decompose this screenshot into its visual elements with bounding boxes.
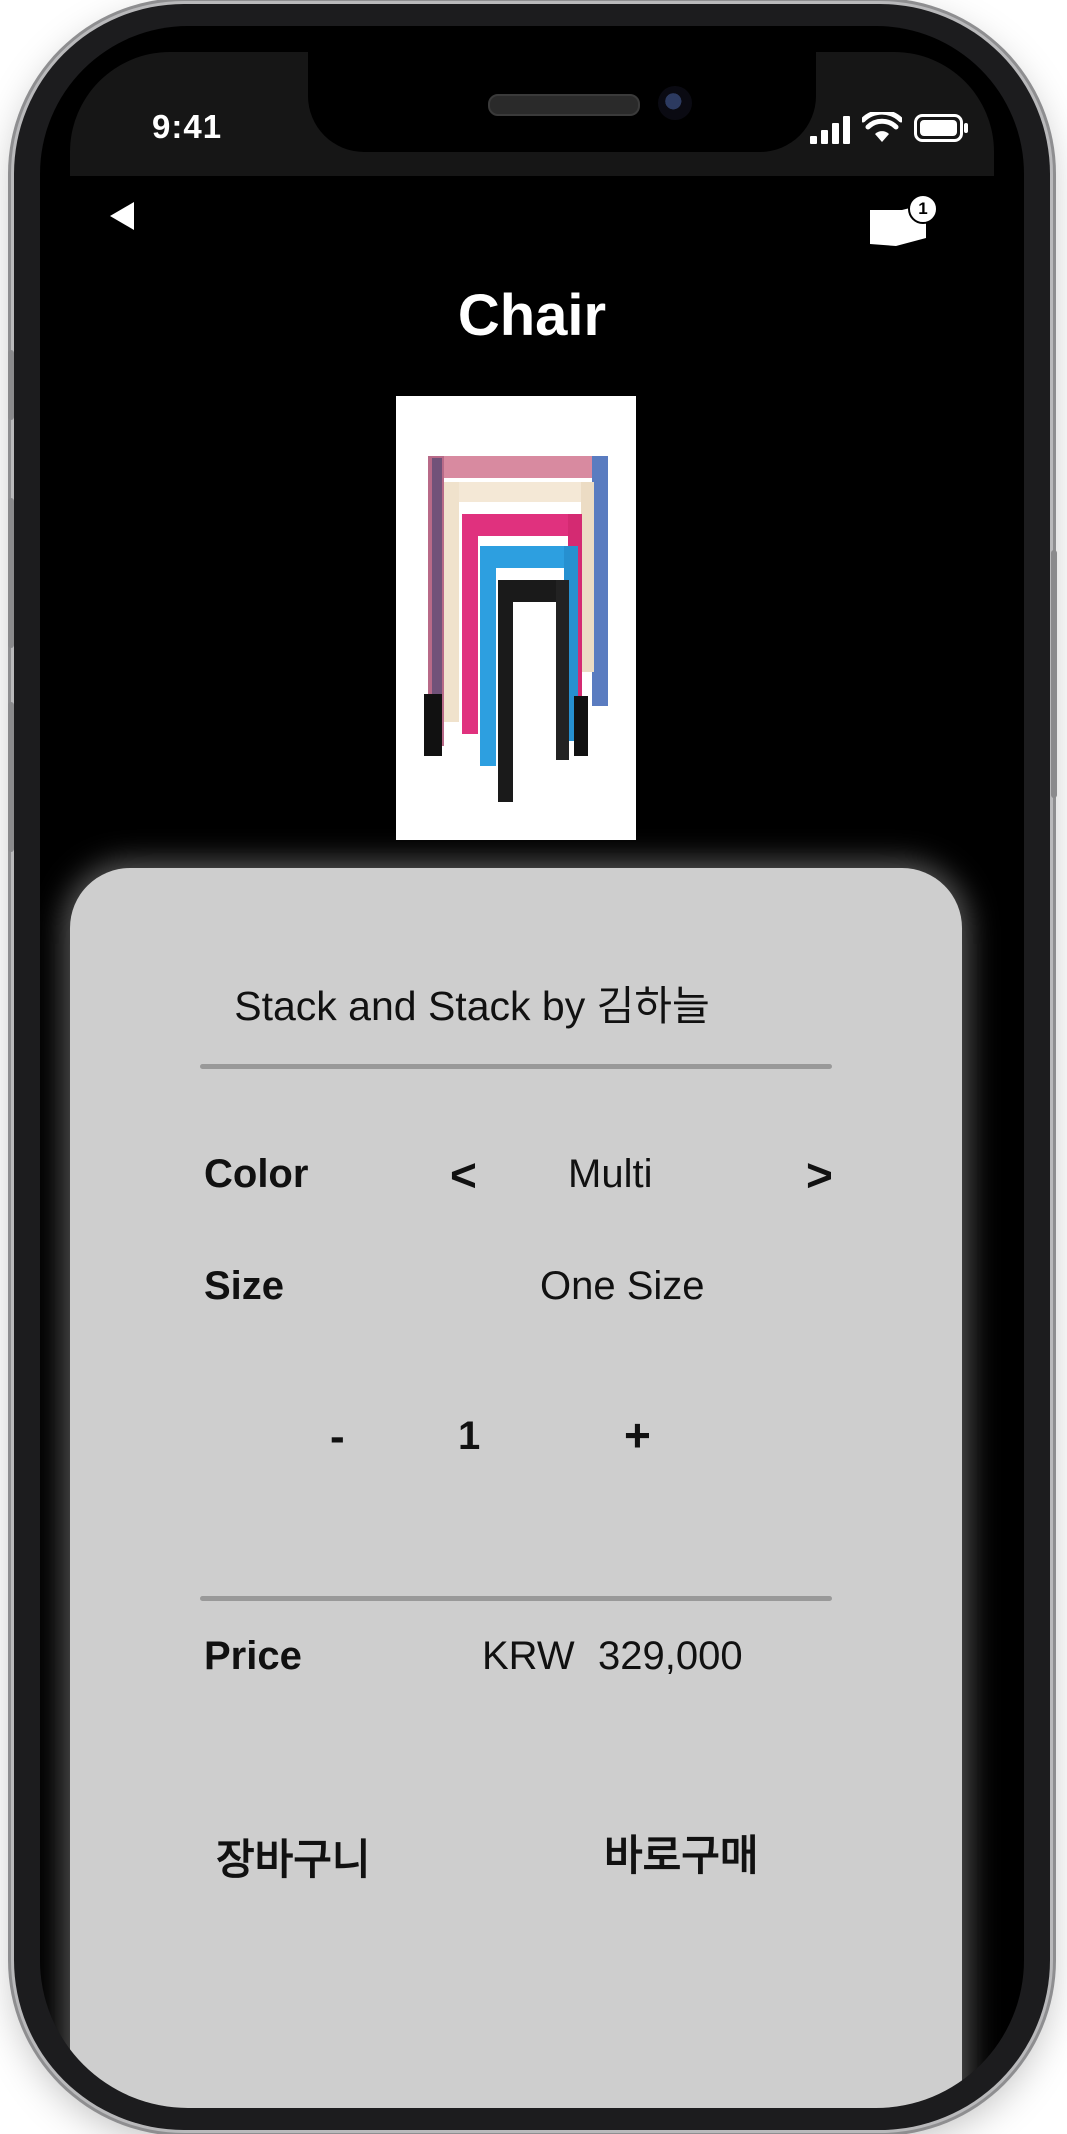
volume-down-button bbox=[8, 702, 14, 852]
quantity-increase-button[interactable]: + bbox=[624, 1408, 651, 1462]
quantity-stepper: - 1 + bbox=[320, 1409, 720, 1472]
divider-top bbox=[200, 1064, 832, 1069]
volume-up-button bbox=[8, 498, 14, 648]
page-title: Chair bbox=[457, 283, 607, 348]
product-detail-sheet: Stack and Stack by 김하늘 Color < Multi > S… bbox=[70, 868, 962, 2108]
silent-switch bbox=[8, 350, 14, 420]
front-camera bbox=[658, 86, 692, 120]
price-amount: 329,000 bbox=[598, 1634, 743, 1678]
cart-button[interactable]: 1 bbox=[866, 188, 942, 258]
price-label: Price bbox=[204, 1634, 302, 1678]
color-label: Color bbox=[204, 1152, 309, 1196]
wifi-icon bbox=[862, 112, 902, 142]
quantity-decrease-button[interactable]: - bbox=[330, 1412, 345, 1462]
status-bar: 9:41 bbox=[70, 52, 994, 176]
phone-screen: 9:41 1 Chair Stack and Stack by 김하늘 Colo… bbox=[40, 26, 1024, 2108]
speaker-grill bbox=[488, 94, 640, 116]
product-name: Stack and Stack by 김하늘 bbox=[234, 983, 710, 1029]
back-arrow-icon bbox=[110, 202, 134, 230]
divider-bottom bbox=[200, 1596, 832, 1601]
color-next-button[interactable]: > bbox=[806, 1148, 833, 1202]
status-time: 9:41 bbox=[152, 108, 223, 145]
size-value: One Size bbox=[540, 1264, 705, 1308]
quantity-value: 1 bbox=[458, 1414, 481, 1458]
power-button bbox=[1051, 550, 1057, 798]
price-currency: KRW bbox=[482, 1634, 575, 1678]
back-button[interactable] bbox=[104, 196, 144, 236]
add-to-cart-button[interactable]: 장바구니 bbox=[216, 1826, 371, 1887]
stacked-stools-illustration bbox=[424, 456, 608, 802]
product-image bbox=[396, 396, 636, 840]
color-value: Multi bbox=[568, 1152, 653, 1196]
size-label: Size bbox=[204, 1264, 285, 1308]
notch bbox=[308, 52, 816, 152]
color-prev-button[interactable]: < bbox=[450, 1148, 477, 1202]
buy-now-button[interactable]: 바로구매 bbox=[604, 1822, 759, 1883]
cart-count-badge: 1 bbox=[908, 194, 938, 224]
signal-icon bbox=[810, 116, 850, 144]
battery-icon bbox=[914, 114, 968, 142]
